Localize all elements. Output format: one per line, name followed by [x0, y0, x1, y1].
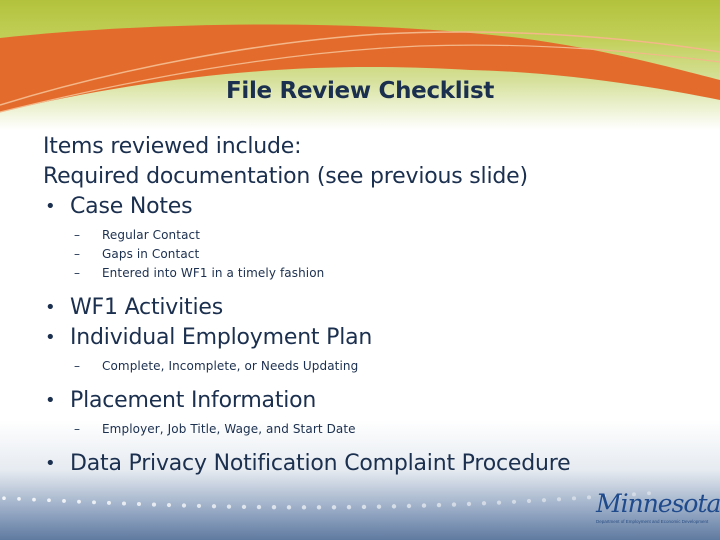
sub-item: – Complete, Incomplete, or Needs Updatin…: [43, 357, 570, 376]
bullet-item: • Case Notes: [43, 192, 570, 222]
sub-item-label: Regular Contact: [102, 228, 201, 242]
dash-icon: –: [74, 359, 81, 373]
bullet-item: • Data Privacy Notification Complaint Pr…: [43, 449, 571, 479]
footer-dot: [226, 504, 232, 509]
footer-dot: [421, 503, 427, 508]
footer-dot: [271, 505, 277, 510]
footer-dot: [62, 499, 66, 503]
footer-dot: [17, 497, 21, 501]
sub-item-label: Employer, Job Title, Wage, and Start Dat…: [102, 422, 356, 436]
footer-dot: [331, 505, 337, 510]
footer-dot: [586, 495, 592, 500]
logo-tagline: Department of Employment and Economic De…: [596, 519, 709, 524]
bullet-icon: •: [45, 327, 56, 348]
dash-icon: –: [74, 228, 81, 242]
footer-dot: [496, 500, 502, 505]
dash-icon: –: [74, 422, 81, 436]
footer-dot: [526, 498, 532, 504]
sub-item: – Entered into WF1 in a timely fashion: [43, 264, 570, 283]
bullet-label: Placement Information: [70, 388, 317, 413]
footer-dot: [301, 505, 307, 510]
header-swoosh: [0, 24, 720, 113]
footer-dot: [121, 501, 127, 506]
sub-item: – Regular Contact: [43, 226, 570, 245]
footer-dot: [166, 502, 172, 508]
intro-line: Required documentation (see previous sli…: [43, 164, 528, 189]
slide: File Review Checklist Items reviewed inc…: [0, 0, 720, 540]
footer-dot: [391, 504, 397, 509]
footer-dot: [151, 502, 157, 507]
footer-dot: [196, 503, 202, 509]
sub-item-label: Gaps in Contact: [102, 247, 200, 261]
slide-title: File Review Checklist: [225, 78, 495, 104]
footer-dot: [346, 504, 352, 510]
footer-dot: [361, 504, 367, 510]
footer-dot: [92, 500, 96, 505]
bullet-icon: •: [45, 390, 56, 411]
logo-wordmark: Minnesota: [596, 489, 720, 518]
footer-dot: [32, 497, 36, 502]
footer-dot: [107, 500, 111, 505]
footer-dot: [556, 497, 562, 502]
footer-dot: [376, 504, 382, 509]
dash-icon: –: [74, 247, 81, 261]
bullet-item: • Individual Employment Plan: [43, 323, 570, 353]
footer-dot: [511, 499, 517, 504]
footer-dot: [2, 496, 6, 500]
footer-dot: [541, 498, 547, 503]
bullet-item: • Placement Information: [43, 386, 570, 416]
footer-dot: [77, 499, 81, 504]
footer-dot: [316, 505, 322, 510]
footer-dot: [466, 501, 472, 507]
bullet-label: Individual Employment Plan: [70, 325, 373, 350]
footer-dot: [406, 503, 412, 509]
sub-item-label: Entered into WF1 in a timely fashion: [102, 266, 325, 280]
footer-dot: [571, 496, 577, 501]
sub-item: – Employer, Job Title, Wage, and Start D…: [43, 420, 570, 439]
footer-dot: [256, 504, 262, 510]
slide-body: Items reviewed include: Required documen…: [43, 132, 571, 479]
bullet-icon: •: [45, 196, 56, 217]
bullet-item: • WF1 Activities: [43, 293, 570, 323]
bullet-icon: •: [45, 453, 56, 474]
footer-dot: [241, 504, 247, 510]
sub-item-label: Complete, Incomplete, or Needs Updating: [102, 359, 359, 373]
footer-dot: [211, 504, 217, 509]
sub-item: – Gaps in Contact: [43, 245, 570, 264]
dash-icon: –: [74, 266, 81, 280]
intro-line: Items reviewed include:: [43, 134, 302, 159]
bullet-label: WF1 Activities: [70, 295, 223, 320]
footer-dot: [136, 502, 142, 507]
bullet-label: Data Privacy Notification Complaint Proc…: [70, 451, 571, 476]
bullet-label: Case Notes: [70, 194, 193, 219]
minnesota-logo: Minnesota Department of Employment and E…: [596, 489, 720, 525]
footer-dot: [436, 502, 442, 508]
footer-dot: [286, 505, 292, 510]
footer-dot: [47, 498, 51, 503]
footer-dot: [481, 501, 487, 506]
bullet-icon: •: [45, 297, 56, 318]
footer-dot: [451, 502, 457, 507]
footer-dot: [181, 503, 187, 508]
